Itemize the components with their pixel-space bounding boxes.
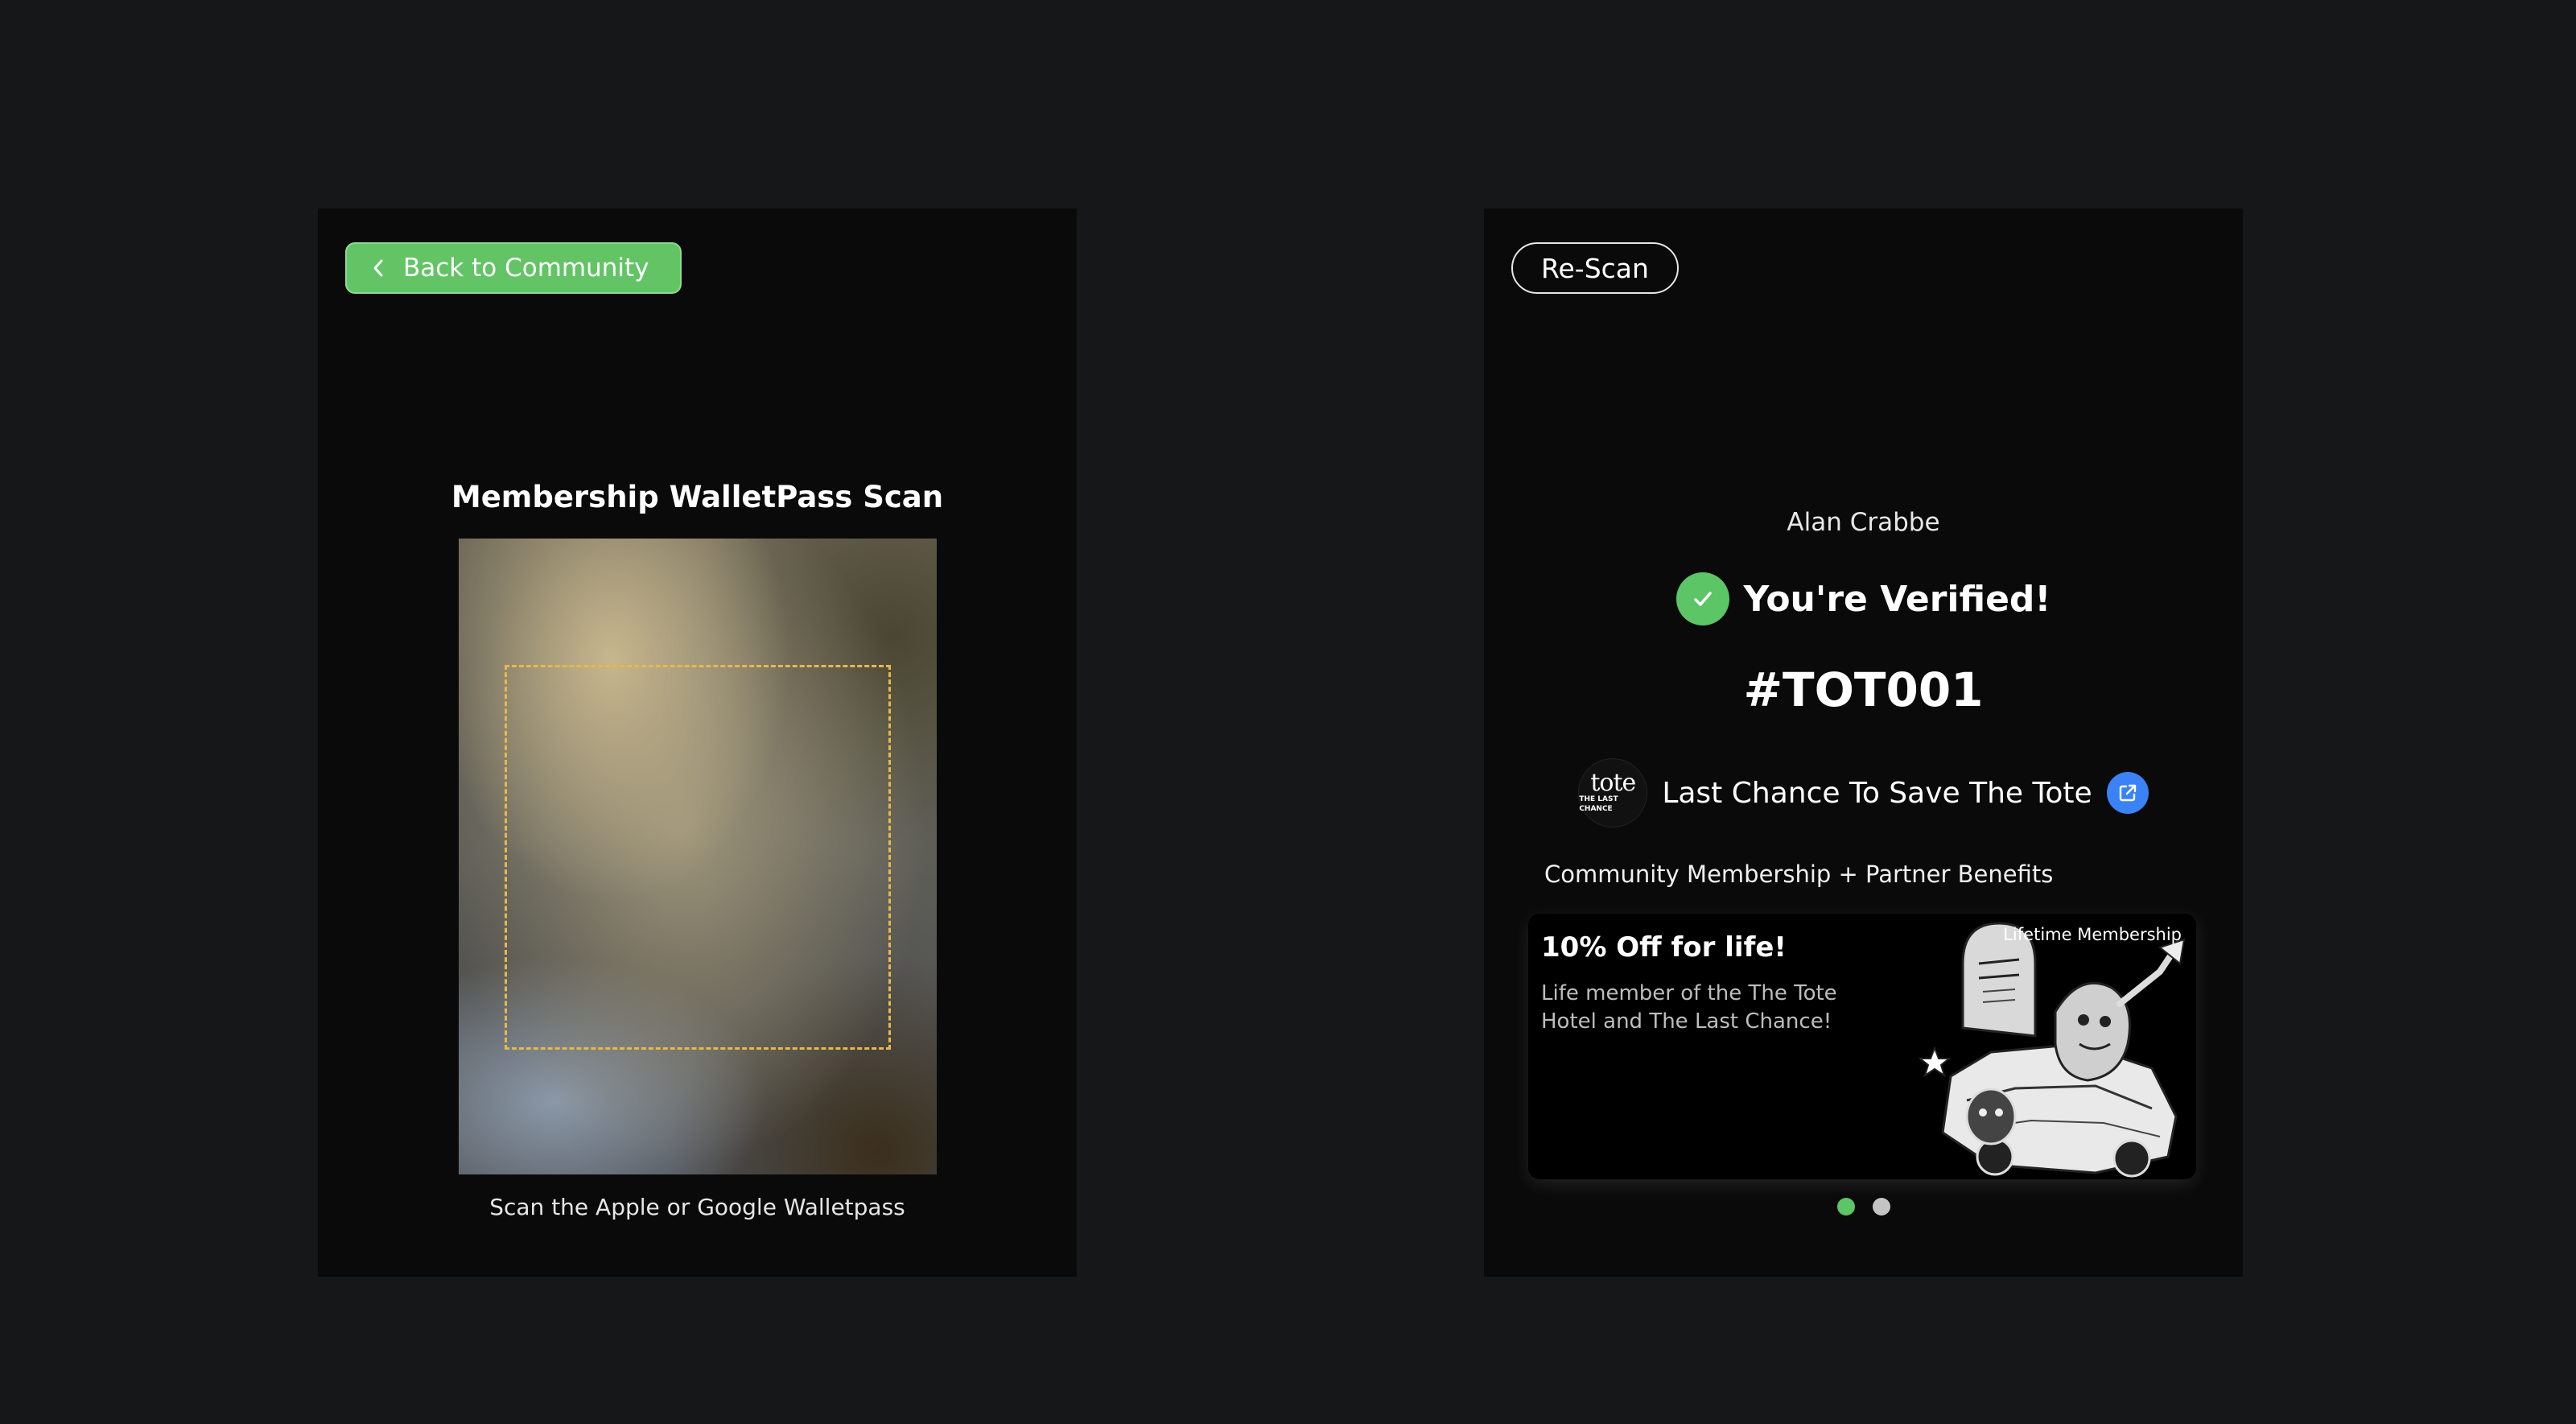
community-name: Last Chance To Save The Tote [1662,776,2092,810]
tombstone-illustration [1919,922,2186,1178]
camera-viewfinder[interactable] [459,539,937,1174]
membership-badge: Lifetime Membership [2003,925,2182,944]
carousel-dot-1[interactable] [1836,1198,1855,1216]
verified-status: You're Verified! [1484,571,2243,627]
logo-main-text: tote [1590,769,1636,797]
benefit-description: Life member of the The Tote Hotel and Th… [1541,981,1837,1034]
scan-screen: Back to Community Membership WalletPass … [318,208,1077,1277]
verified-screen: Re-Scan Alan Crabbe You're Verified! #TO… [1484,208,2243,1277]
carousel-pagination [1484,1198,2243,1216]
check-circle-icon [1675,572,1729,625]
carousel-dot-2[interactable] [1872,1198,1890,1216]
scan-target-frame [505,665,891,1050]
member-id: #TOT001 [1743,662,1984,717]
benefit-title: 10% Off for life! [1541,931,1787,964]
community-logo: tote THE LAST CHANCE [1578,758,1648,828]
member-name: Alan Crabbe [1787,508,1940,537]
benefits-label: Community Membership + Partner Benefits [1544,861,2054,888]
back-button-label: Back to Community [403,254,649,283]
scan-hint-text: Scan the Apple or Google Walletpass [489,1194,905,1220]
community-info: tote THE LAST CHANCE Last Chance To Save… [1484,758,2243,828]
logo-sub-text: THE LAST CHANCE [1579,795,1618,813]
page-title: Membership WalletPass Scan [451,480,944,514]
back-to-community-button[interactable]: Back to Community [345,242,682,294]
chevron-left-icon [371,258,385,279]
benefit-card[interactable]: 10% Off for life! Life member of the The… [1528,914,2196,1179]
external-link-icon[interactable] [2106,772,2149,814]
verified-text: You're Verified! [1743,578,2051,620]
rescan-button[interactable]: Re-Scan [1511,242,1679,294]
